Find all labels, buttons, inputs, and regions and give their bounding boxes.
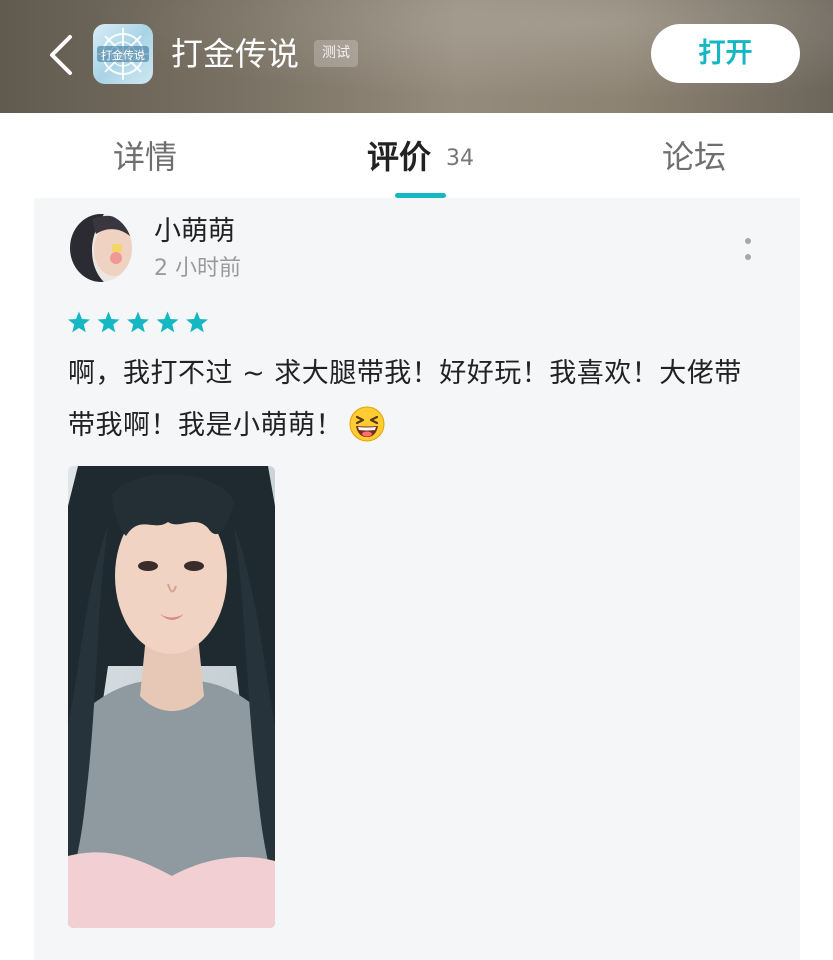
svg-text:打金传说: 打金传说 <box>101 48 145 62</box>
test-badge: 测试 <box>314 40 358 67</box>
tab-forum[interactable]: 论坛 <box>662 135 726 179</box>
more-dot-icon <box>745 238 751 244</box>
star-icon <box>68 311 90 333</box>
more-dot-icon <box>745 254 751 260</box>
rating-stars <box>68 311 208 333</box>
app-icon[interactable]: 打金传说 <box>93 24 153 84</box>
tab-reviews[interactable]: 评价 <box>367 135 431 179</box>
username[interactable]: 小萌萌 <box>154 214 235 250</box>
back-button[interactable] <box>40 30 84 80</box>
avatar[interactable] <box>70 214 132 282</box>
star-icon <box>186 311 208 333</box>
chevron-left-icon <box>50 35 72 75</box>
review-photo-image <box>68 466 275 928</box>
app-detail-page: 打金传说 打金传说 测试 打开 详情 评价 34 论坛 小萌萌 2 小时前 啊，… <box>0 0 833 960</box>
tab-bar: 详情 评价 34 论坛 <box>0 113 833 198</box>
app-name: 打金传说 <box>171 35 300 73</box>
star-icon <box>156 311 179 333</box>
review-photo[interactable] <box>68 466 275 928</box>
laughing-face-icon <box>349 406 385 441</box>
review-text-block: 啊，我打不过 ~ 求大腿带我！好好玩！我喜欢！大佬带带我啊！我是小萌萌！ <box>68 348 768 452</box>
game-logo-icon: 打金传说 <box>97 28 149 80</box>
review-time: 2 小时前 <box>154 256 241 281</box>
app-header: 打金传说 打金传说 测试 打开 <box>0 0 833 113</box>
tab-details[interactable]: 详情 <box>113 135 177 179</box>
star-rating <box>68 310 218 336</box>
more-options-button[interactable] <box>736 234 760 264</box>
review-card: 小萌萌 2 小时前 啊，我打不过 ~ 求大腿带我！好好玩！我喜欢！大佬带带我啊！… <box>34 198 800 960</box>
star-icon <box>127 311 149 333</box>
reviews-count: 34 <box>446 146 474 171</box>
user-avatar-image <box>70 214 132 282</box>
open-button[interactable]: 打开 <box>651 24 800 83</box>
review-text: 啊，我打不过 ~ 求大腿带我！好好玩！我喜欢！大佬带带我啊！我是小萌萌！ <box>68 358 742 441</box>
star-icon <box>97 311 120 333</box>
